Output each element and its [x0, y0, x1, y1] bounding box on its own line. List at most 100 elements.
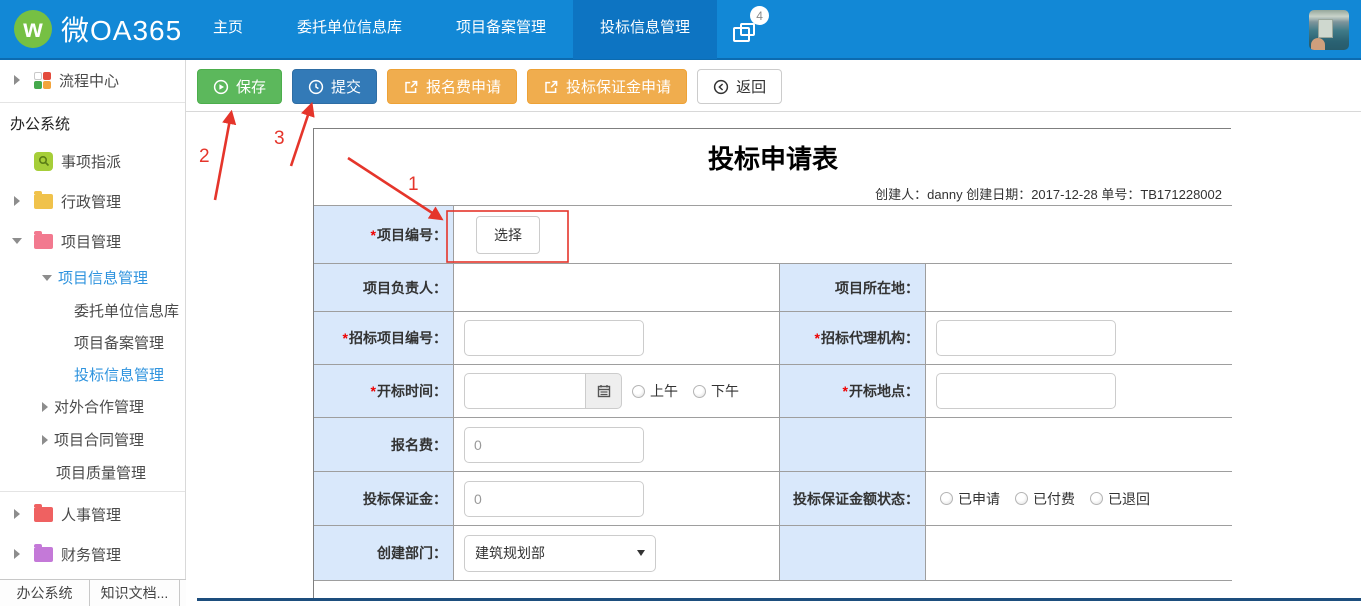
sidebar-section-office-system: 办公系统	[0, 105, 185, 141]
radio-applied[interactable]	[940, 492, 953, 505]
sidebar-item-label: 项目备案管理	[74, 332, 164, 353]
sidebar-footer-tabs: 办公系统 知识文档...	[0, 579, 186, 606]
folder-icon	[34, 234, 53, 249]
tender-project-no-input[interactable]	[464, 320, 644, 356]
sidebar-item-label: 流程中心	[59, 70, 119, 91]
create-dept-select[interactable]: 建筑规划部	[464, 535, 656, 572]
tab-client-library[interactable]: 委托单位信息库	[270, 0, 429, 59]
sidebar-item-hr-mgmt[interactable]: 人事管理	[0, 494, 185, 534]
label-text: 投标保证金额状态：	[793, 489, 919, 509]
footer-tab-office-system[interactable]: 办公系统	[0, 580, 90, 606]
required-mark: *	[371, 227, 376, 243]
button-label: 保存	[236, 76, 266, 97]
required-mark: *	[815, 330, 820, 346]
label-deposit-status: 投标保证金额状态：	[780, 472, 926, 526]
tab-bid-info[interactable]: 投标信息管理	[573, 0, 717, 59]
radio-returned[interactable]	[1090, 492, 1103, 505]
sidebar-item-process-center[interactable]: 流程中心	[0, 60, 185, 100]
label-text: 项目负责人：	[363, 278, 447, 298]
sidebar-item-task-assign[interactable]: 事项指派	[0, 141, 185, 181]
sidebar-item-bid-info-active[interactable]: 投标信息管理	[0, 358, 185, 390]
user-avatar[interactable]	[1309, 10, 1349, 50]
play-circle-icon	[213, 79, 229, 95]
label-bid-deposit: 投标保证金：	[314, 472, 454, 526]
bid-deposit-input[interactable]	[464, 481, 644, 517]
top-nav-tabs: 主页 委托单位信息库 项目备案管理 投标信息管理	[186, 0, 717, 59]
sidebar-item-label: 项目管理	[61, 231, 121, 252]
sidebar-item-project-info-mgmt[interactable]: 项目信息管理	[0, 261, 185, 294]
radio-pm[interactable]	[693, 385, 706, 398]
sidebar-item-project-filing[interactable]: 项目备案管理	[0, 326, 185, 358]
main-content: 保存 提交 报名费申请 投标保证金申请 返回 投标申请表 创建人：danny 创…	[186, 60, 1361, 606]
registration-fee-apply-button[interactable]: 报名费申请	[387, 69, 517, 104]
bid-open-date-input[interactable]	[464, 373, 586, 409]
dropdown-caret-icon	[637, 550, 645, 556]
tab-home[interactable]: 主页	[186, 0, 270, 59]
windows-count-badge: 4	[750, 6, 769, 25]
label-text: 投标保证金：	[363, 489, 447, 509]
sidebar-item-label: 人事管理	[61, 504, 121, 525]
sidebar-item-label: 财务管理	[61, 544, 121, 565]
button-label: 提交	[331, 76, 361, 97]
label-text: 报名费：	[391, 435, 447, 455]
button-label: 报名费申请	[426, 76, 501, 97]
registration-fee-input[interactable]	[464, 427, 644, 463]
sidebar-item-project-quality[interactable]: 项目质量管理	[0, 456, 185, 489]
sidebar-item-project-contract[interactable]: 项目合同管理	[0, 423, 185, 456]
sidebar-item-label: 对外合作管理	[54, 396, 144, 417]
radio-returned-label: 已退回	[1108, 489, 1150, 509]
form-meta: 创建人：danny 创建日期：2017-12-28 单号：TB171228002	[324, 184, 1222, 203]
brand-name: 微OA365	[61, 9, 182, 49]
label-project-location: 项目所在地：	[780, 264, 926, 312]
empty-field-cell	[926, 526, 1232, 581]
sidebar-item-project-mgmt[interactable]: 项目管理	[0, 221, 185, 261]
back-circle-icon	[713, 79, 729, 95]
sidebar-item-label: 行政管理	[61, 191, 121, 212]
tab-project-filing[interactable]: 项目备案管理	[429, 0, 573, 59]
submit-button[interactable]: 提交	[292, 69, 377, 104]
sidebar-item-finance-mgmt[interactable]: 财务管理	[0, 534, 185, 574]
clock-icon	[308, 79, 324, 95]
folder-icon	[34, 507, 53, 522]
choose-project-button[interactable]: 选择	[476, 216, 540, 254]
sidebar-item-label: 项目信息管理	[58, 267, 148, 288]
open-windows-icon[interactable]: 4	[733, 14, 763, 44]
bid-deposit-apply-button[interactable]: 投标保证金申请	[527, 69, 687, 104]
label-text: 招标项目编号：	[349, 328, 447, 348]
chevron-right-icon	[14, 509, 20, 519]
label-registration-fee: 报名费：	[314, 418, 454, 472]
back-button[interactable]: 返回	[697, 69, 782, 104]
chevron-right-icon	[42, 435, 48, 445]
footer-tab-knowledge-docs[interactable]: 知识文档...	[90, 580, 180, 606]
sidebar-item-client-library[interactable]: 委托单位信息库	[0, 294, 185, 326]
sidebar-item-admin-mgmt[interactable]: 行政管理	[0, 181, 185, 221]
chevron-down-icon	[42, 275, 52, 281]
field-project-manager	[454, 264, 780, 312]
label-text: 项目所在地：	[835, 278, 919, 298]
radio-paid-label: 已付费	[1033, 489, 1075, 509]
tender-agency-input[interactable]	[936, 320, 1116, 356]
save-button[interactable]: 保存	[197, 69, 282, 104]
required-mark: *	[843, 383, 848, 399]
chevron-right-icon	[42, 402, 48, 412]
radio-am[interactable]	[632, 385, 645, 398]
empty-label-cell	[780, 418, 926, 472]
label-bid-open-place: * 开标地点：	[780, 365, 926, 418]
folder-icon	[34, 547, 53, 562]
radio-paid[interactable]	[1015, 492, 1028, 505]
logo-link[interactable]: w 微OA365	[0, 9, 186, 49]
chevron-right-icon	[14, 196, 20, 206]
window-front-icon	[733, 27, 750, 42]
radio-applied-label: 已申请	[958, 489, 1000, 509]
radio-pm-label: 下午	[711, 381, 739, 401]
label-tender-agency: * 招标代理机构：	[780, 312, 926, 365]
sidebar-item-label: 投标信息管理	[74, 364, 164, 385]
sidebar: 流程中心 办公系统 事项指派 行政管理 项目管理 项目信息管理 委托单位信息库 …	[0, 60, 186, 606]
sidebar-item-external-coop[interactable]: 对外合作管理	[0, 390, 185, 423]
label-tender-project-no: * 招标项目编号：	[314, 312, 454, 365]
radio-am-label: 上午	[650, 381, 678, 401]
chevron-right-icon	[14, 549, 20, 559]
bid-open-place-input[interactable]	[936, 373, 1116, 409]
calendar-icon[interactable]	[586, 373, 622, 409]
chevron-right-icon	[14, 75, 20, 85]
